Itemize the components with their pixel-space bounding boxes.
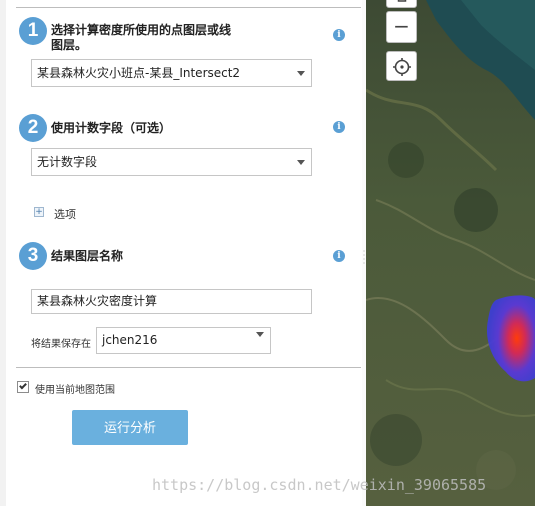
step-1-title-line2: 图层。 bbox=[51, 38, 88, 52]
count-field-select[interactable]: 无计数字段 bbox=[31, 148, 312, 176]
chevron-down-icon bbox=[256, 332, 264, 337]
expand-options-icon[interactable]: + bbox=[34, 207, 44, 217]
step-1-info-icon[interactable]: i bbox=[333, 29, 345, 41]
watermark: https://blog.csdn.net/weixin_39065585 bbox=[152, 476, 487, 494]
chevron-down-icon bbox=[297, 160, 305, 165]
result-layer-name-input[interactable]: 某县森林火灾密度计算 bbox=[31, 289, 312, 314]
save-in-label: 将结果保存在 bbox=[31, 339, 91, 350]
step-1-title-line1: 选择计算密度所使用的点图层或线 bbox=[51, 23, 232, 37]
step-3-info-icon[interactable]: i bbox=[333, 250, 345, 262]
use-map-extent-label[interactable]: 使用当前地图范围 bbox=[35, 381, 115, 396]
save-in-value: jchen216 bbox=[102, 333, 158, 347]
step-2-info-icon[interactable]: i bbox=[333, 121, 345, 133]
locate-button[interactable] bbox=[386, 51, 417, 81]
save-in-select[interactable]: jchen216 bbox=[96, 327, 271, 354]
step-3-title: 结果图层名称 bbox=[51, 249, 124, 263]
options-label[interactable]: 选项 bbox=[54, 206, 76, 222]
home-button[interactable] bbox=[386, 0, 417, 8]
count-field-value: 无计数字段 bbox=[37, 155, 98, 169]
step-2-title: 使用计数字段（可选） bbox=[51, 121, 172, 135]
top-divider bbox=[16, 7, 361, 8]
home-icon bbox=[395, 0, 409, 6]
step-1-badge: 1 bbox=[19, 17, 47, 45]
chevron-down-icon bbox=[297, 71, 305, 76]
use-map-extent-checkbox[interactable] bbox=[17, 381, 29, 393]
step-3-badge: 3 bbox=[19, 242, 47, 270]
input-layer-select[interactable]: 某县森林火灾小班点-某县_Intersect2 bbox=[31, 59, 312, 87]
run-analysis-button[interactable]: 运行分析 bbox=[72, 410, 188, 445]
bottom-divider bbox=[16, 367, 361, 368]
step-2-badge: 2 bbox=[19, 114, 47, 142]
zoom-out-button[interactable]: − bbox=[386, 11, 417, 43]
locate-icon bbox=[392, 56, 412, 76]
step-1-title: 选择计算密度所使用的点图层或线 图层。 bbox=[51, 23, 231, 53]
analysis-panel: 1 选择计算密度所使用的点图层或线 图层。 i 某县森林火灾小班点-某县_Int… bbox=[0, 0, 362, 506]
checkmark-icon bbox=[19, 381, 27, 390]
input-layer-value: 某县森林火灾小班点-某县_Intersect2 bbox=[37, 66, 241, 80]
